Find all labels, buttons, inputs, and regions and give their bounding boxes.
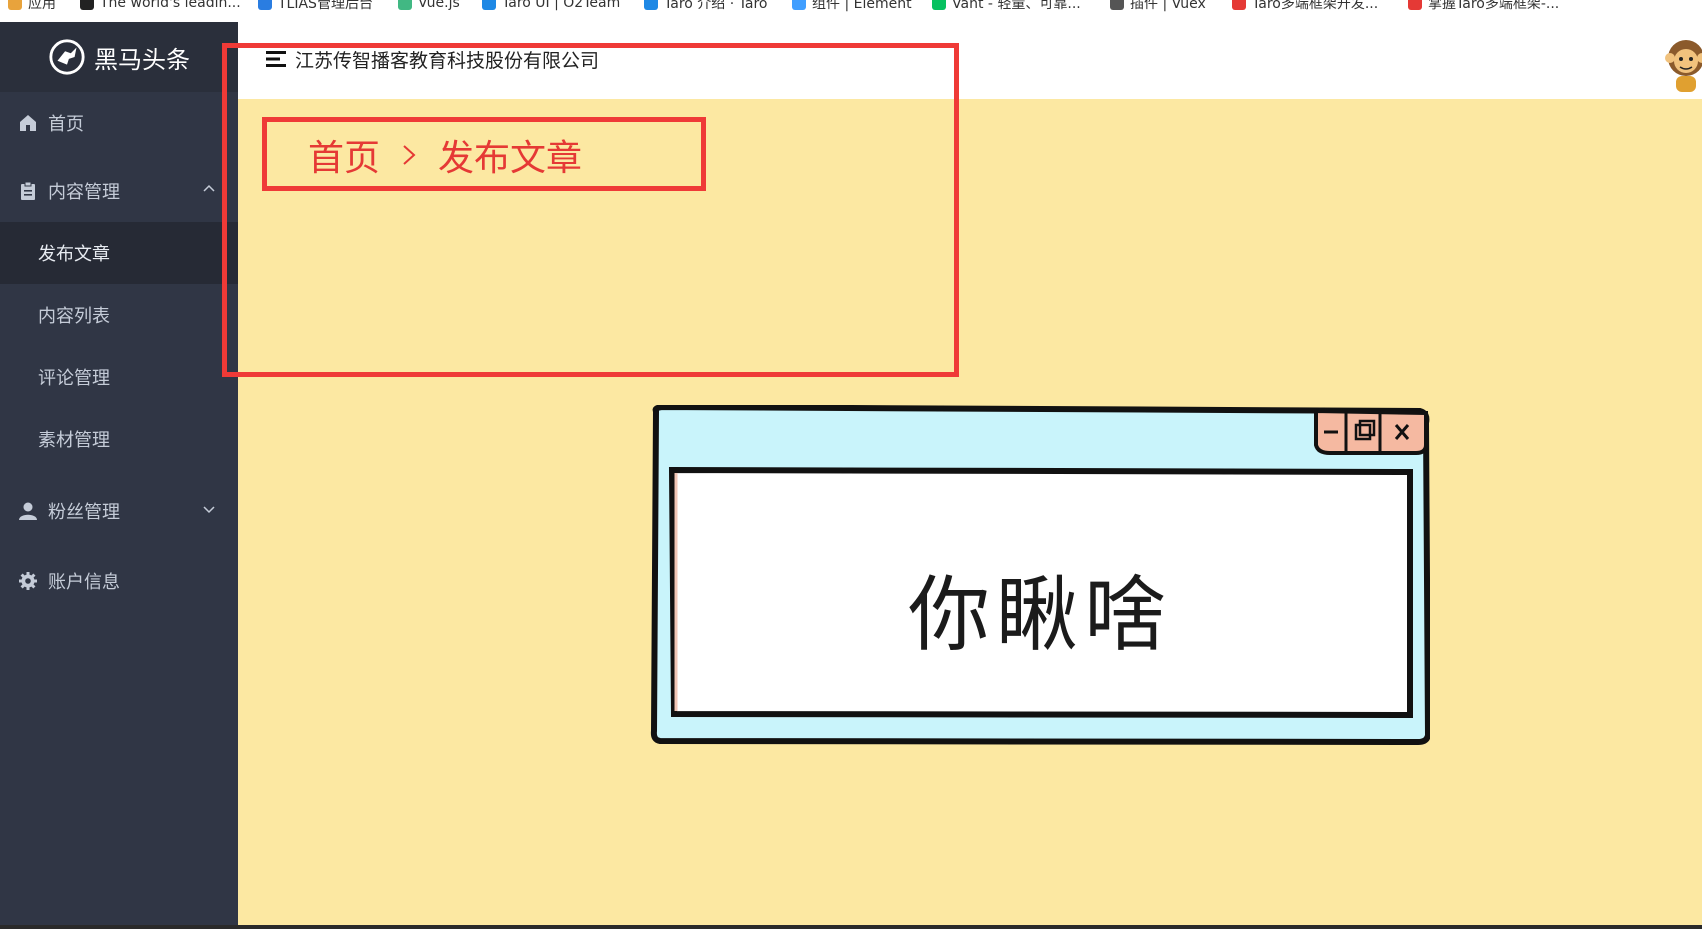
course-icon xyxy=(1232,0,1246,10)
bookmark-vue[interactable]: Vue.js xyxy=(398,0,460,13)
vant-icon xyxy=(932,0,946,10)
bookmark-taro-intro[interactable]: Taro 介绍 · Taro xyxy=(644,0,767,13)
top-header: 江苏传智播客教育科技股份有限公司 xyxy=(238,22,1702,99)
vuex-icon xyxy=(1110,0,1124,10)
sidebar-item-label: 发布文章 xyxy=(38,244,110,265)
logo-text: 黑马头条 xyxy=(94,45,190,74)
breadcrumb: 首页 发布文章 xyxy=(308,129,582,181)
bookmark-label: 应用 xyxy=(28,0,56,12)
bookmark-label: Taro多端框架开发... xyxy=(1252,0,1379,12)
gear-icon xyxy=(19,572,37,590)
chevron-down-icon xyxy=(203,506,215,514)
logo[interactable]: 黑马头条 xyxy=(0,22,238,92)
avatar[interactable] xyxy=(1662,36,1702,94)
sidebar-item-fans[interactable]: 粉丝管理 xyxy=(0,480,238,542)
bookmark-tlias[interactable]: TLIAS管理后台 xyxy=(258,0,373,13)
bookmark-vuex[interactable]: 插件 | Vuex xyxy=(1110,0,1206,13)
menu-fold-icon[interactable] xyxy=(266,50,286,68)
bookmark-label: 组件 | Element xyxy=(812,0,912,12)
bookmark-taro-course-1[interactable]: Taro多端框架开发... xyxy=(1232,0,1378,13)
bookmark-taro-course-2[interactable]: 掌握Taro多端框架-... xyxy=(1408,0,1559,13)
sidebar-item-label: 账户信息 xyxy=(48,572,120,593)
bookmark-label: The world's leadin... xyxy=(100,0,241,11)
bookmark-label: Vue.js xyxy=(418,0,460,11)
sidebar-item-label: 评论管理 xyxy=(38,368,110,389)
sidebar: 黑马头条 首页 内容管理 发布文章 内容列表 评论管理 素材管理 粉丝管理 账户… xyxy=(0,22,238,929)
bookmark-vant[interactable]: Vant - 轻量、可靠... xyxy=(932,0,1081,13)
sidebar-item-label: 首页 xyxy=(48,114,84,135)
bookmark-label: TLIAS管理后台 xyxy=(278,0,373,12)
company-name: 江苏传智播客教育科技股份有限公司 xyxy=(295,50,600,72)
sidebar-item-label: 粉丝管理 xyxy=(48,502,120,523)
element-icon xyxy=(792,0,806,10)
sidebar-item-account[interactable]: 账户信息 xyxy=(0,550,238,612)
breadcrumb-home[interactable]: 首页 xyxy=(308,129,380,181)
taro-icon xyxy=(644,0,658,10)
bookmark-label: 掌握Taro多端框架-... xyxy=(1428,0,1560,12)
illustration-caption: 你瞅啥 xyxy=(907,568,1172,663)
github-icon xyxy=(80,0,94,10)
sidebar-subitem-materials[interactable]: 素材管理 xyxy=(0,408,238,470)
horse-logo-icon xyxy=(49,39,85,75)
bookmark-label: Taro UI | O2Team xyxy=(502,0,621,11)
document-icon xyxy=(21,181,35,200)
sidebar-item-content[interactable]: 内容管理 xyxy=(0,160,238,222)
course-icon xyxy=(1408,0,1422,10)
bookmark-github[interactable]: The world's leadin... xyxy=(80,0,241,13)
bottom-border xyxy=(0,925,1702,929)
bookmark-label: Taro 介绍 · Taro xyxy=(664,0,768,12)
bookmark-apps[interactable]: 应用 xyxy=(8,0,56,13)
bookmark-taro-ui[interactable]: Taro UI | O2Team xyxy=(482,0,620,13)
bookmark-element[interactable]: 组件 | Element xyxy=(792,0,912,13)
sidebar-item-home[interactable]: 首页 xyxy=(0,92,238,154)
tlias-icon xyxy=(258,0,272,10)
sidebar-item-label: 内容管理 xyxy=(48,182,120,203)
breadcrumb-current: 发布文章 xyxy=(438,138,583,179)
sidebar-subitem-comments[interactable]: 评论管理 xyxy=(0,346,238,408)
sidebar-item-label: 内容列表 xyxy=(38,306,110,327)
sidebar-item-label: 素材管理 xyxy=(38,430,110,451)
apps-grid-icon xyxy=(8,0,22,10)
home-icon xyxy=(20,115,36,131)
bookmarks-bar: 应用 The world's leadin... TLIAS管理后台 Vue.j… xyxy=(0,0,1702,23)
bookmark-label: Vant - 轻量、可靠... xyxy=(952,0,1081,12)
user-icon xyxy=(19,502,37,520)
bookmark-label: 插件 | Vuex xyxy=(1130,0,1206,12)
sidebar-subitem-list[interactable]: 内容列表 xyxy=(0,284,238,346)
chevron-up-icon xyxy=(203,184,215,192)
chevron-right-icon xyxy=(403,145,416,165)
taro-icon xyxy=(482,0,496,10)
sidebar-subitem-publish[interactable]: 发布文章 xyxy=(0,222,238,284)
vue-icon xyxy=(398,0,412,10)
